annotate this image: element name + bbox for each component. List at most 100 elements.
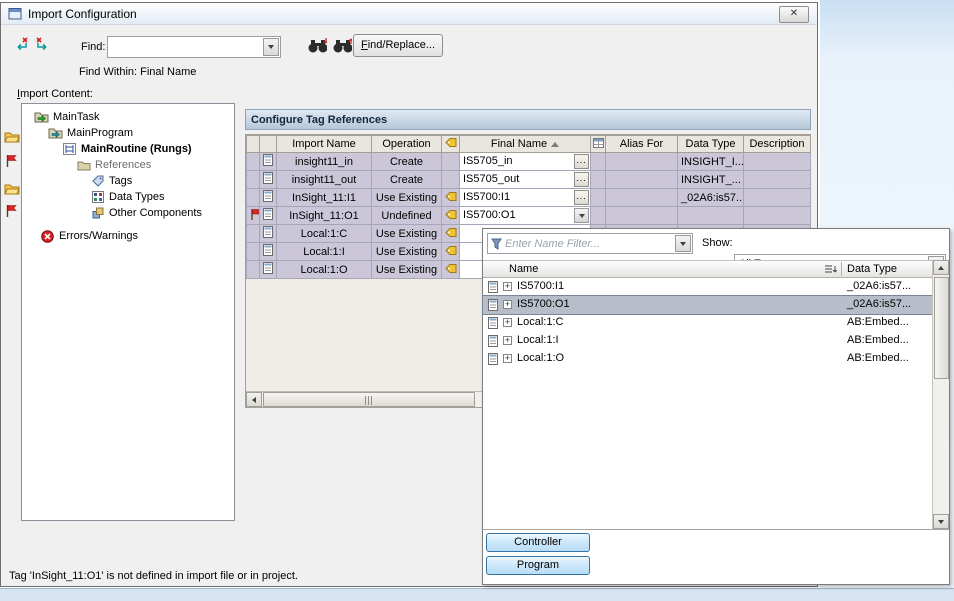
browse-button[interactable]: ... — [574, 190, 589, 205]
existing-tag-icon — [442, 189, 460, 207]
find-dropdown-button[interactable] — [263, 38, 279, 56]
find-next-button[interactable] — [307, 36, 327, 54]
list-item[interactable]: + Local:1:O AB:Embed... — [483, 350, 932, 368]
expand-icon[interactable]: + — [503, 354, 512, 363]
program-scope-button[interactable]: Program — [486, 556, 590, 575]
browser-column-data-type[interactable]: Data Type — [847, 263, 897, 275]
row-marker-cell[interactable] — [247, 171, 260, 189]
close-button[interactable]: ✕ — [779, 6, 809, 23]
tag-column-icon-header[interactable] — [442, 136, 460, 153]
operation-cell[interactable]: Use Existing — [372, 225, 442, 243]
import-content-tree: MainTask MainProgram MainRoutine (Rungs)… — [21, 103, 235, 521]
scroll-up-button[interactable] — [933, 260, 949, 275]
expand-icon[interactable]: + — [503, 318, 512, 327]
tree-item-references[interactable]: References — [22, 157, 234, 173]
list-item-selected[interactable]: + IS5700:O1 _02A6:is57... — [483, 296, 932, 314]
alias-for-cell[interactable] — [606, 207, 678, 225]
browse-button[interactable]: ... — [574, 154, 589, 169]
list-item[interactable]: + Local:1:C AB:Embed... — [483, 314, 932, 332]
operation-cell[interactable]: Create — [372, 153, 442, 171]
column-operation[interactable]: Operation — [372, 136, 442, 153]
browser-column-name[interactable]: Name — [509, 263, 538, 275]
import-name-cell[interactable]: Local:1:O — [277, 261, 372, 279]
tree-item-mainprogram[interactable]: MainProgram — [22, 125, 234, 141]
goto-next-marker-button[interactable] — [33, 34, 53, 52]
import-name-cell[interactable]: Local:1:I — [277, 243, 372, 261]
alias-for-cell[interactable] — [606, 171, 678, 189]
import-name-cell[interactable]: Local:1:C — [277, 225, 372, 243]
import-name-cell[interactable]: insight11_out — [277, 171, 372, 189]
existing-tag-icon — [442, 225, 460, 243]
grid-column-icon-header[interactable] — [591, 136, 606, 153]
row-marker-cell[interactable] — [247, 261, 260, 279]
tree-item-tags[interactable]: Tags — [22, 173, 234, 189]
browser-vertical-scrollbar[interactable] — [932, 260, 949, 529]
data-type-cell[interactable]: INSIGHT_... — [678, 171, 744, 189]
import-name-cell[interactable]: InSight_11:I1 — [277, 189, 372, 207]
row-marker-cell[interactable] — [247, 243, 260, 261]
controller-scope-button[interactable]: Controller — [486, 533, 590, 552]
find-previous-button[interactable] — [332, 36, 352, 54]
tree-item-data-types[interactable]: Data Types — [22, 189, 234, 205]
filter-dropdown-button[interactable] — [675, 235, 691, 252]
find-combobox[interactable] — [107, 36, 281, 58]
show-label: Show: — [702, 237, 733, 249]
tree-item-maintask[interactable]: MainTask — [22, 109, 234, 125]
import-name-cell[interactable]: InSight_11:O1 — [277, 207, 372, 225]
description-cell[interactable] — [744, 171, 811, 189]
program-icon — [48, 127, 63, 139]
description-cell[interactable] — [744, 153, 811, 171]
tree-item-other-components[interactable]: Other Components — [22, 205, 234, 221]
operation-cell[interactable]: Use Existing — [372, 189, 442, 207]
column-description[interactable]: Description — [744, 136, 811, 153]
final-name-cell[interactable]: IS5705_in... — [460, 153, 591, 171]
data-type-cell[interactable]: _02A6:is57... — [678, 189, 744, 207]
scroll-left-button[interactable] — [246, 392, 262, 407]
alias-for-cell[interactable] — [606, 153, 678, 171]
operation-cell[interactable]: Undefined — [372, 207, 442, 225]
alias-for-cell[interactable] — [606, 189, 678, 207]
list-item[interactable]: + IS5700:I1 _02A6:is57... — [483, 278, 932, 296]
final-name-cell[interactable]: IS5700:I1... — [460, 189, 591, 207]
column-data-type[interactable]: Data Type — [678, 136, 744, 153]
data-type-cell[interactable] — [678, 207, 744, 225]
tag-row-icon — [260, 171, 277, 189]
operation-cell[interactable]: Create — [372, 171, 442, 189]
list-item[interactable]: + Local:1:I AB:Embed... — [483, 332, 932, 350]
browse-button[interactable]: ... — [574, 172, 589, 187]
expand-icon[interactable]: + — [503, 336, 512, 345]
find-input[interactable] — [110, 38, 262, 56]
name-filter-input[interactable] — [505, 235, 674, 252]
final-name-cell[interactable]: IS5705_out... — [460, 171, 591, 189]
dialog-title: Import Configuration — [28, 7, 137, 21]
row-marker-cell[interactable] — [247, 153, 260, 171]
scrollbar-thumb[interactable] — [263, 392, 475, 407]
operation-cell[interactable]: Use Existing — [372, 261, 442, 279]
row-marker-cell[interactable] — [247, 225, 260, 243]
scrollbar-thumb[interactable] — [934, 277, 949, 379]
sort-filter-icon[interactable] — [824, 264, 837, 278]
goto-prev-marker-button[interactable] — [11, 34, 31, 52]
column-alias-for[interactable]: Alias For — [606, 136, 678, 153]
find-replace-button[interactable]: Find/Replace... — [353, 34, 443, 57]
description-cell[interactable] — [744, 189, 811, 207]
import-name-cell[interactable]: insight11_in — [277, 153, 372, 171]
data-type-cell[interactable]: INSIGHT_I... — [678, 153, 744, 171]
name-filter-combobox[interactable] — [487, 233, 693, 254]
description-cell[interactable] — [744, 207, 811, 225]
tree-item-errors-warnings[interactable]: Errors/Warnings — [22, 228, 234, 244]
column-import-name[interactable]: Import Name — [277, 136, 372, 153]
final-name-combo-cell[interactable]: IS5700:O1 — [460, 207, 591, 225]
expand-icon[interactable]: + — [503, 282, 512, 291]
row-marker-cell[interactable] — [247, 207, 260, 225]
tree-item-mainroutine[interactable]: MainRoutine (Rungs) — [22, 141, 234, 157]
expand-icon[interactable]: + — [503, 300, 512, 309]
operation-cell[interactable]: Use Existing — [372, 243, 442, 261]
row-marker-cell[interactable] — [247, 189, 260, 207]
column-final-name[interactable]: Final Name — [460, 136, 591, 153]
final-name-dropdown-button[interactable] — [574, 208, 589, 223]
table-row: InSight_11:I1 Use Existing IS5700:I1... … — [247, 189, 811, 207]
find-within-label: Find Within: Final Name — [79, 66, 196, 78]
tag-row-icon — [260, 207, 277, 225]
scroll-down-button[interactable] — [933, 514, 949, 529]
